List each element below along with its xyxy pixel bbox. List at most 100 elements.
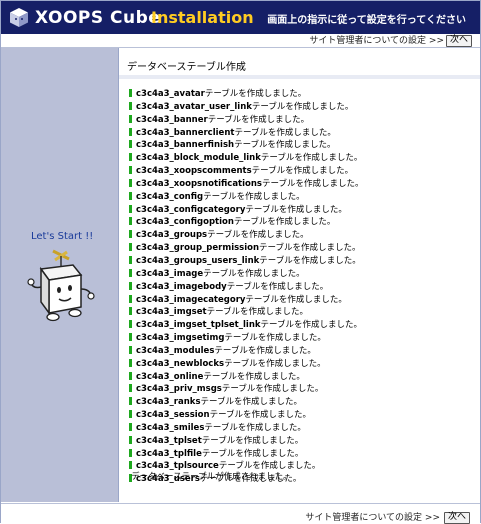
status-ok-icon — [129, 333, 132, 342]
table-name: c3c4a3_imagecategory — [136, 294, 246, 305]
list-item: c3c4a3_groups_users_linkテーブルを作成しました。 — [129, 255, 363, 268]
brand-subtitle: Installation — [151, 8, 254, 27]
table-name: c3c4a3_xoopsnotifications — [136, 178, 262, 189]
list-item: c3c4a3_priv_msgsテーブルを作成しました。 — [129, 383, 363, 396]
list-item: c3c4a3_imgset_tplset_linkテーブルを作成しました。 — [129, 319, 363, 332]
list-item: c3c4a3_sessionテーブルを作成しました。 — [129, 409, 363, 422]
table-created-suffix: テーブルを作成しました。 — [226, 281, 329, 292]
next-step-label-footer: サイト管理者についての設定 >> — [305, 513, 440, 523]
table-created-suffix: テーブルを作成しました。 — [203, 268, 305, 279]
table-created-suffix: テーブルを作成しました。 — [251, 101, 354, 112]
table-name: c3c4a3_avatar_user_link — [136, 101, 252, 112]
table-name: c3c4a3_imgsetimg — [136, 333, 225, 344]
header-bar: XOOPS Cube Installation 画面上の指示に従って設定を行って… — [1, 1, 480, 34]
status-ok-icon — [129, 384, 132, 393]
table-name: c3c4a3_modules — [136, 345, 215, 356]
table-name: c3c4a3_priv_msgs — [136, 384, 222, 395]
footer-navigation: サイト管理者についての設定 >> 次へ — [1, 503, 480, 524]
status-ok-icon — [129, 268, 132, 277]
table-name: c3c4a3_tplset — [136, 435, 202, 446]
table-created-suffix: テーブルを作成しました。 — [261, 178, 364, 189]
table-created-suffix: テーブルを作成しました。 — [206, 307, 309, 318]
table-name: c3c4a3_newblocks — [136, 358, 225, 369]
status-ok-icon — [129, 114, 132, 123]
status-ok-icon — [129, 397, 132, 406]
table-name: c3c4a3_groups — [136, 230, 208, 241]
table-name: c3c4a3_avatar — [136, 89, 205, 99]
list-item: c3c4a3_group_permissionテーブルを作成しました。 — [129, 242, 363, 255]
list-item: c3c4a3_imageテーブルを作成しました。 — [129, 268, 363, 281]
cube-logo-icon — [10, 8, 28, 27]
top-navigation: サイト管理者についての設定 >> 次へ — [1, 35, 480, 48]
table-created-suffix: テーブルを作成しました。 — [209, 410, 312, 421]
status-ok-icon — [129, 371, 132, 380]
installer-window: XOOPS Cube Installation 画面上の指示に従って設定を行って… — [0, 0, 481, 524]
list-item: c3c4a3_imgsetテーブルを作成しました。 — [129, 306, 363, 319]
table-name: c3c4a3_ranks — [136, 397, 201, 408]
list-item: c3c4a3_tplsetテーブルを作成しました。 — [129, 435, 363, 448]
table-created-suffix: テーブルを作成しました。 — [259, 243, 361, 254]
table-name: c3c4a3_bannerclient — [136, 127, 235, 138]
list-item: c3c4a3_avatarテーブルを作成しました。 — [129, 88, 363, 101]
table-created-suffix: テーブルを作成しました。 — [260, 320, 363, 331]
table-created-suffix: テーブルを作成しました。 — [245, 204, 347, 215]
status-ok-icon — [129, 243, 132, 252]
list-item: c3c4a3_xoopscommentsテーブルを作成しました。 — [129, 165, 363, 178]
table-created-suffix: テーブルを作成しました。 — [203, 191, 305, 202]
next-button-top[interactable]: 次へ — [445, 35, 472, 47]
table-created-suffix: テーブルを作成しました。 — [203, 371, 305, 382]
status-ok-icon — [129, 127, 132, 136]
title-divider — [119, 75, 480, 79]
table-name: c3c4a3_configoption — [136, 217, 234, 228]
completion-message: データベーステーブルが作成されました。 — [131, 472, 292, 482]
table-created-suffix: テーブルを作成しました。 — [224, 358, 326, 369]
list-item: c3c4a3_smilesテーブルを作成しました。 — [129, 422, 363, 435]
table-name: c3c4a3_tplfile — [136, 448, 202, 459]
list-item: c3c4a3_tplfileテーブルを作成しました。 — [129, 448, 363, 461]
status-ok-icon — [129, 101, 132, 110]
status-ok-icon — [129, 461, 132, 470]
status-ok-icon — [129, 320, 132, 329]
status-ok-icon — [129, 294, 132, 303]
status-ok-icon — [129, 422, 132, 431]
table-created-suffix: テーブルを作成しました。 — [245, 294, 347, 305]
cube-mascot-icon — [27, 249, 95, 322]
table-name: c3c4a3_imgset — [136, 307, 207, 318]
list-item: c3c4a3_bannerテーブルを作成しました。 — [129, 114, 363, 127]
status-ok-icon — [129, 153, 132, 162]
table-created-suffix: テーブルを作成しました。 — [201, 435, 304, 446]
header-hint: 画面上の指示に従って設定を行ってください — [267, 15, 466, 26]
list-item: c3c4a3_xoopsnotificationsテーブルを作成しました。 — [129, 178, 363, 191]
status-ok-icon — [129, 166, 132, 175]
table-name: c3c4a3_session — [136, 410, 210, 421]
table-created-suffix: テーブルを作成しました。 — [204, 89, 307, 99]
table-name: c3c4a3_bannerfinish — [136, 140, 235, 151]
next-button-bottom[interactable]: 次へ — [443, 512, 470, 524]
table-created-suffix: テーブルを作成しました。 — [234, 140, 336, 151]
table-created-suffix: テーブルを作成しました。 — [260, 153, 363, 164]
next-step-label: サイト管理者についての設定 >> — [309, 36, 444, 46]
status-ok-icon — [129, 281, 132, 290]
status-ok-icon — [129, 448, 132, 457]
table-created-suffix: テーブルを作成しました。 — [214, 345, 316, 356]
table-created-suffix: テーブルを作成しました。 — [224, 333, 326, 344]
table-name: c3c4a3_group_permission — [136, 243, 260, 254]
table-name: c3c4a3_banner — [136, 114, 208, 125]
lets-start-label: Let's Start !! — [31, 231, 94, 242]
list-item: c3c4a3_imgsetimgテーブルを作成しました。 — [129, 332, 363, 345]
table-created-suffix: テーブルを作成しました。 — [201, 448, 304, 459]
status-ok-icon — [129, 345, 132, 354]
list-item: c3c4a3_groupsテーブルを作成しました。 — [129, 229, 363, 242]
table-created-suffix: テーブルを作成しました。 — [221, 384, 324, 395]
list-item: c3c4a3_bannerfinishテーブルを作成しました。 — [129, 139, 363, 152]
list-item: c3c4a3_avatar_user_linkテーブルを作成しました。 — [129, 101, 363, 114]
table-created-suffix: テーブルを作成しました。 — [200, 397, 303, 408]
list-item: c3c4a3_newblocksテーブルを作成しました。 — [129, 358, 363, 371]
status-ok-icon — [129, 191, 132, 200]
table-name: c3c4a3_image — [136, 268, 204, 279]
table-created-suffix: テーブルを作成しました。 — [259, 255, 361, 266]
main-content: データベーステーブル作成 c3c4a3_avatarテーブルを作成しました。 c3… — [119, 48, 480, 502]
list-item: c3c4a3_configcategoryテーブルを作成しました。 — [129, 204, 363, 217]
list-item: c3c4a3_bannerclientテーブルを作成しました。 — [129, 127, 363, 140]
list-item: c3c4a3_imagecategoryテーブルを作成しました。 — [129, 294, 363, 307]
